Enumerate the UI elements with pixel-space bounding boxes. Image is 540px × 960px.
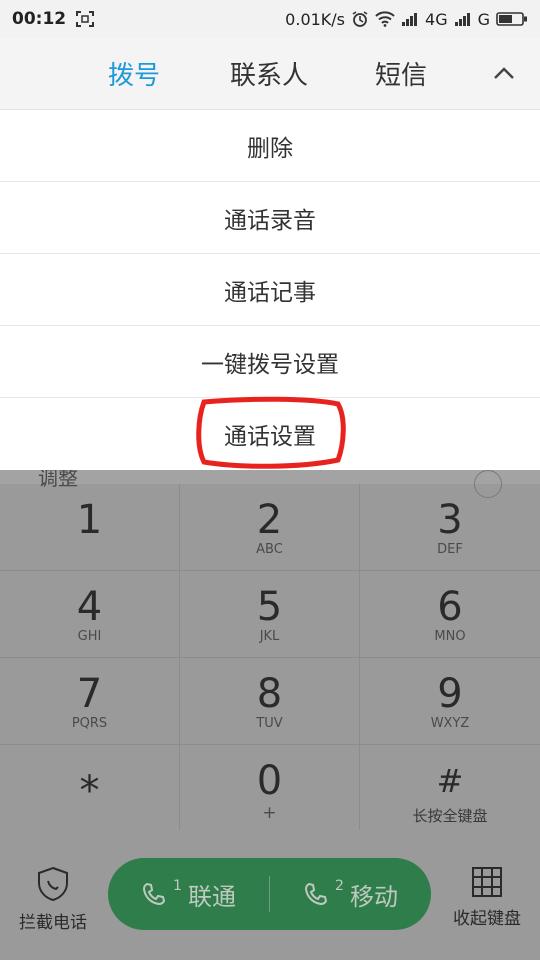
chevron-up-icon[interactable] [488,58,520,90]
dialer-header-strip: 调整 [0,466,540,498]
sim1-number: 1 [173,878,182,894]
collapse-keypad-button[interactable]: 收起键盘 [437,866,537,929]
dialer-bottom-bar: 拦截电话 1 联通 2 移动 收起键盘 [0,830,540,960]
key-4[interactable]: 4 GHI [0,571,180,658]
key-digit: # [436,762,464,800]
screenshot-icon [76,11,95,27]
keypad: 1 2 ABC 3 DEF 4 GHI 5 JKL 6 MNO 7 PQRS 8 TUV 9W… [0,484,540,832]
alarm-icon [351,10,369,28]
key-7[interactable]: 7 PQRS [0,658,180,745]
key-digit: 7 [76,671,103,717]
menu-item-call-notes[interactable]: 通话记事 [0,254,540,326]
key-digit: 5 [256,584,283,630]
key-letters: TUV [256,716,283,731]
key-digit: 3 [437,497,463,543]
key-digit: 4 [76,584,103,630]
shield-icon [38,866,68,902]
phone-icon [305,882,328,906]
key-letters: JKL [259,629,280,644]
key-8[interactable]: 8 TUV [180,658,360,745]
key-letters: MNO [434,629,466,644]
key-letters: ABC [256,542,283,557]
key-6[interactable]: 6 MNO [360,571,540,658]
sim2-label: 移动 [349,882,398,911]
wifi-icon [375,11,395,27]
key-5[interactable]: 5 JKL [180,571,360,658]
call-buttons: 1 联通 2 移动 [108,858,431,930]
key-letters: PQRS [71,716,108,731]
key-letters: WXYZ [430,716,470,731]
top-tab-bar: 拨号 联系人 短信 [0,38,540,110]
call-sim2-button[interactable]: 2 移动 [270,858,431,930]
key-digit: 6 [437,584,463,630]
status-bar: 00:12 0.01K/s 4G G [0,0,540,38]
collapse-keypad-label: 收起键盘 [453,909,521,929]
key-digit: 2 [256,497,283,543]
key-letters: DEF [437,542,463,557]
key-letters: GHI [77,629,102,644]
signal-bars-icon-2 [454,11,472,27]
network-type-1: 4G [425,9,448,29]
sim1-label: 联通 [187,882,236,911]
key-0[interactable]: 0 + [180,745,360,832]
signal-bars-icon-1 [401,11,419,27]
call-sim1-button[interactable]: 1 联通 [108,858,269,930]
key-digit: * [79,768,100,814]
overflow-menu: 删除 通话录音 通话记事 一键拨号设置 通话设置 [0,110,540,470]
key-digit: 8 [256,671,283,717]
status-time: 00:12 [12,9,67,29]
tab-sms[interactable]: 短信 [375,55,427,92]
phone-icon [143,882,166,906]
net-speed: 0.01K/s [285,9,346,29]
network-type-2: G [477,9,490,29]
menu-item-call-settings[interactable]: 通话设置 [0,398,540,470]
block-calls-label: 拦截电话 [19,913,87,933]
key-1[interactable]: 1 [0,484,180,571]
key-hash-hint: 长按全键盘 [412,807,488,825]
tab-dial[interactable]: 拨号 [108,55,160,92]
menu-item-delete[interactable]: 删除 [0,110,540,182]
key-2[interactable]: 2 ABC [180,484,360,571]
menu-item-speed-dial-settings[interactable]: 一键拨号设置 [0,326,540,398]
battery-icon [496,11,528,27]
menu-item-call-recording[interactable]: 通话录音 [0,182,540,254]
key-hash[interactable]: # 长按全键盘 [360,745,540,832]
key-9[interactable]: 9 WXYZ [360,658,540,745]
sim2-number: 2 [335,878,344,894]
key-3[interactable]: 3 DEF [360,484,540,571]
key-star[interactable]: * [0,745,180,832]
key-letters: + [262,803,277,823]
tab-contacts[interactable]: 联系人 [230,55,308,92]
block-calls-button[interactable]: 拦截电话 [3,866,103,933]
keypad-grid-icon [472,867,502,897]
key-digit: 9 [437,671,463,717]
key-digit: 0 [256,758,283,804]
key-digit: 1 [76,497,103,543]
